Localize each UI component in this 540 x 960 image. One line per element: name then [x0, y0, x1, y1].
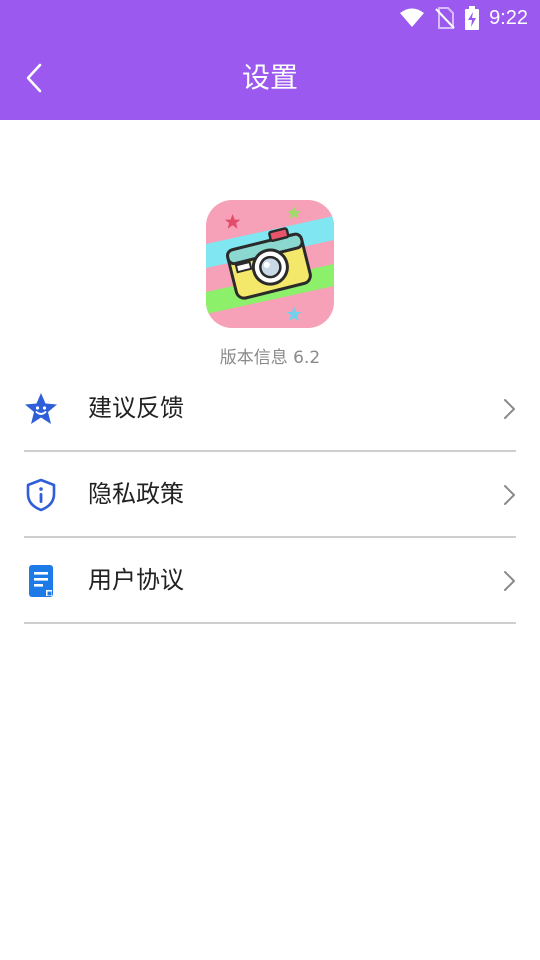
wifi-icon [400, 8, 425, 27]
menu-item-label: 建议反馈 [88, 394, 184, 422]
app-bar: 设置 [0, 36, 540, 120]
menu-item-feedback[interactable]: 建议反馈 [24, 366, 516, 452]
menu-item-privacy[interactable]: 隐私政策 [24, 452, 516, 538]
star-smile-icon [25, 393, 57, 424]
battery-charging-icon [465, 6, 480, 30]
document-icon [29, 565, 53, 597]
page-title: 设置 [241, 61, 298, 94]
menu-item-user-agreement[interactable]: 用户协议 [24, 538, 516, 624]
version-info: 版本信息 6.2 [219, 348, 321, 368]
menu-item-label: 用户协议 [88, 566, 184, 594]
chevron-right-icon [504, 485, 515, 505]
shield-info-icon [26, 478, 56, 512]
chevron-right-icon [504, 399, 515, 419]
menu-item-label: 隐私政策 [88, 480, 184, 508]
status-icons: 9:22 [399, 0, 528, 36]
no-sim-icon [435, 7, 455, 29]
chevron-right-icon [504, 571, 515, 591]
status-bar: 9:22 [0, 0, 540, 36]
status-time: 9:22 [489, 6, 528, 29]
settings-menu: 建议反馈 隐私政策 用户协议 [24, 366, 516, 624]
camera-app-icon [206, 200, 334, 328]
